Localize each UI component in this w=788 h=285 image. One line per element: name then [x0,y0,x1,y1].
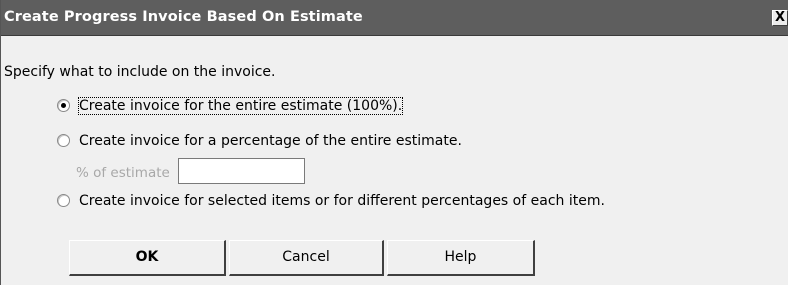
ok-button[interactable]: OK [69,240,226,276]
dialog-title: Create Progress Invoice Based On Estimat… [4,9,363,25]
percent-of-estimate-label: % of estimate [76,165,170,181]
cancel-button[interactable]: Cancel [229,240,384,276]
radio-percentage[interactable] [57,134,70,147]
option-selected-items-label[interactable]: Create invoice for selected items or for… [79,193,605,209]
progress-invoice-dialog: Create Progress Invoice Based On Estimat… [0,0,788,285]
option-entire-estimate-label[interactable]: Create invoice for the entire estimate (… [77,97,404,115]
help-button[interactable]: Help [387,240,535,276]
instruction-text: Specify what to include on the invoice. [4,64,276,80]
radio-entire-estimate[interactable] [57,99,70,112]
title-bar: Create Progress Invoice Based On Estimat… [1,0,788,36]
close-icon: X [774,10,786,25]
option-percentage-label[interactable]: Create invoice for a percentage of the e… [79,133,462,149]
percent-of-estimate-input[interactable] [178,158,305,184]
radio-selected-items[interactable] [57,194,70,207]
close-button[interactable]: X [772,10,788,26]
